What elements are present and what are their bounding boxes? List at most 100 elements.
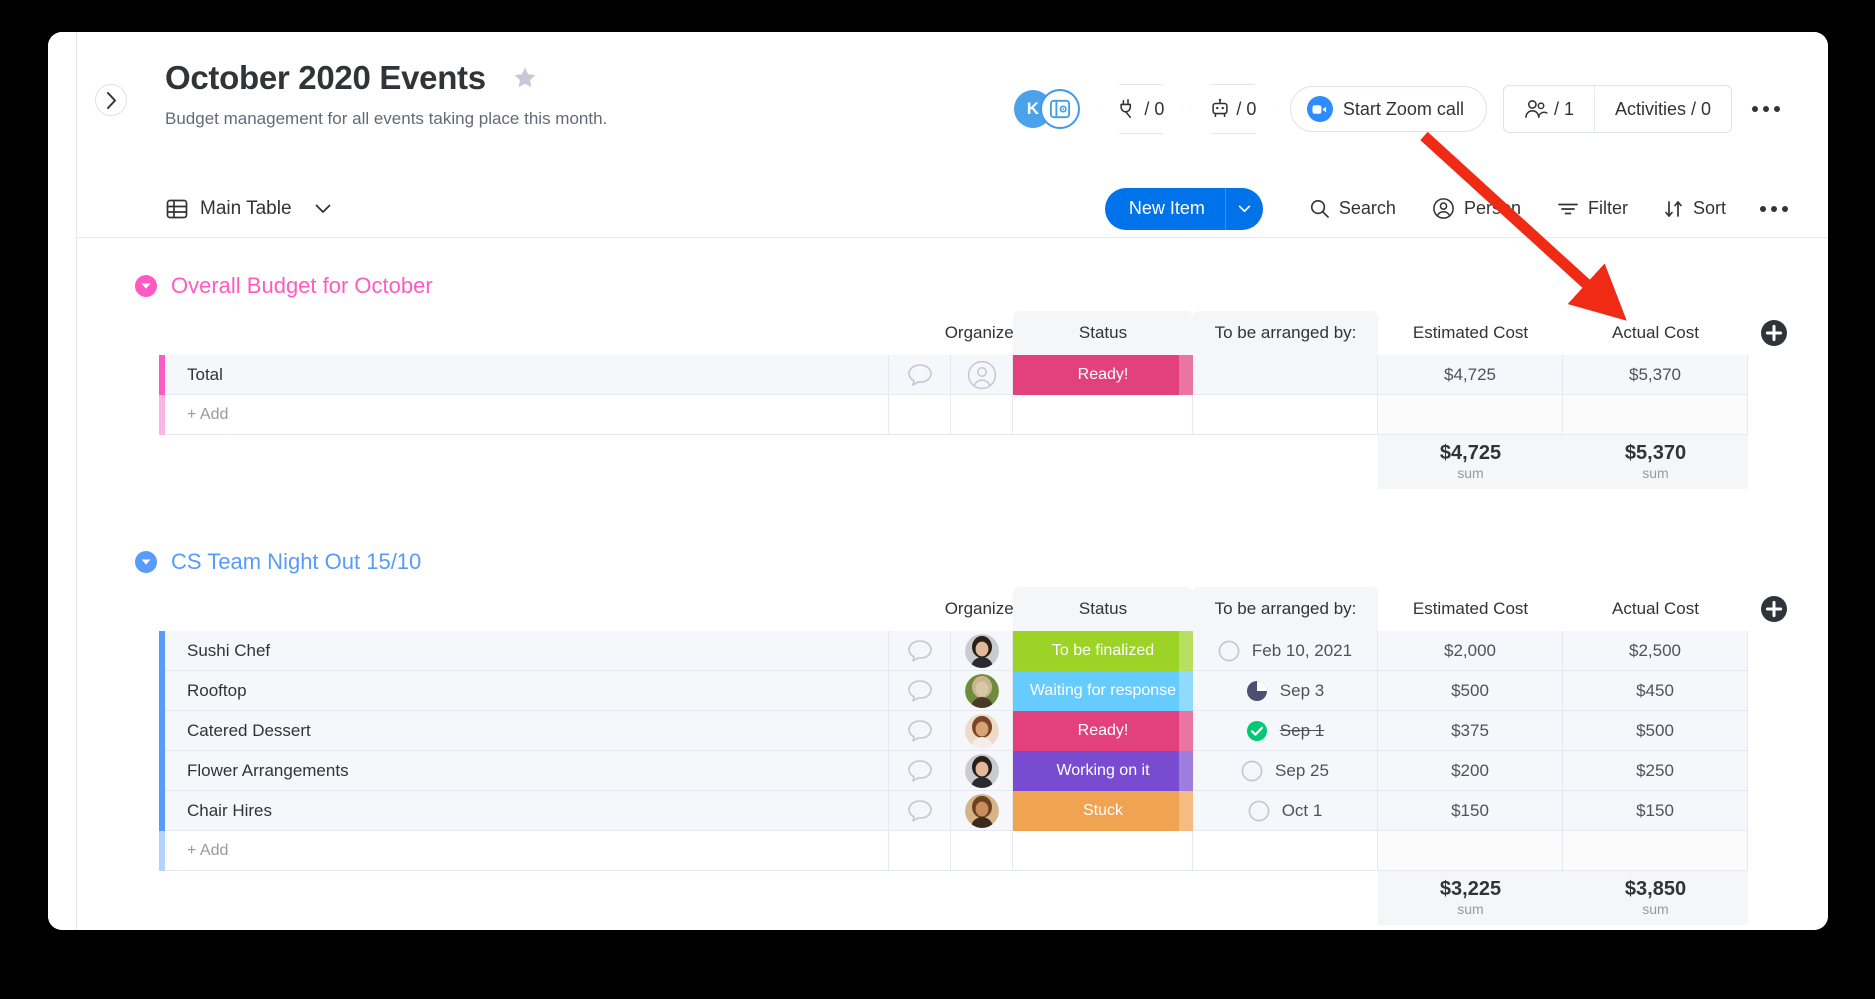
cell-actual-cost[interactable]: $500 — [1563, 711, 1748, 751]
column-header-date[interactable]: To be arranged by: — [1193, 311, 1378, 355]
column-header-status[interactable]: Status — [1013, 587, 1193, 631]
column-header-actual-cost[interactable]: Actual Cost — [1563, 311, 1748, 355]
add-item-label[interactable]: + Add — [165, 395, 889, 435]
cell-organizer[interactable] — [951, 711, 1013, 751]
date-empty-icon[interactable] — [1218, 640, 1240, 662]
status-badge[interactable]: Stuck — [1013, 791, 1193, 831]
cell-organizer[interactable] — [951, 751, 1013, 791]
cell-item-name[interactable]: Flower Arrangements — [165, 751, 889, 791]
column-header-status[interactable]: Status — [1013, 311, 1193, 355]
column-header-organizer[interactable]: Organizer — [945, 311, 1020, 355]
cell-status[interactable]: Waiting for response — [1013, 671, 1193, 711]
add-item-row[interactable]: + Add — [77, 831, 1828, 871]
cell-estimated-cost[interactable]: $150 — [1378, 791, 1563, 831]
filter-button[interactable]: Filter — [1539, 188, 1646, 230]
search-button[interactable]: Search — [1291, 188, 1414, 230]
column-header-organizer[interactable]: Organizer — [945, 587, 1020, 631]
chat-icon[interactable] — [907, 759, 933, 783]
board-view-icon[interactable] — [1039, 89, 1080, 129]
status-badge[interactable]: Ready! — [1013, 711, 1193, 751]
table-row[interactable]: Rooftop Waiting for response Sep 3 $500 $450 — [77, 671, 1828, 711]
table-row[interactable]: Sushi Chef To be finalized Feb 10, 2021 $2,… — [77, 631, 1828, 671]
table-row[interactable]: Chair Hires Stuck Oct 1 $150 $150 — [77, 791, 1828, 831]
group-collapse-button[interactable] — [135, 551, 157, 573]
cell-organizer[interactable] — [951, 355, 1013, 395]
column-header-estimated-cost[interactable]: Estimated Cost — [1378, 311, 1563, 355]
new-item-dropdown[interactable] — [1224, 187, 1263, 230]
chevron-down-icon[interactable] — [315, 204, 331, 214]
activities-button[interactable]: Activities / 0 — [1593, 86, 1731, 132]
summary-estimated-cost[interactable]: $4,725 sum — [1378, 435, 1563, 489]
new-item-button[interactable]: New Item — [1104, 187, 1263, 230]
table-row[interactable]: Catered Dessert Ready! Sep 1 $375 $500 — [77, 711, 1828, 751]
status-badge[interactable]: Ready! — [1013, 355, 1193, 395]
cell-estimated-cost[interactable]: $500 — [1378, 671, 1563, 711]
cell-item-name[interactable]: Rooftop — [165, 671, 889, 711]
column-header-estimated-cost[interactable]: Estimated Cost — [1378, 587, 1563, 631]
board-members[interactable]: K — [1013, 89, 1080, 129]
cell-item-name[interactable]: Catered Dessert — [165, 711, 889, 751]
cell-estimated-cost[interactable]: $200 — [1378, 751, 1563, 791]
cell-organizer[interactable] — [951, 631, 1013, 671]
add-column-button[interactable] — [1748, 311, 1828, 355]
chat-icon[interactable] — [907, 639, 933, 663]
cell-actual-cost[interactable]: $450 — [1563, 671, 1748, 711]
status-badge[interactable]: Working on it — [1013, 751, 1193, 791]
cell-updates[interactable] — [889, 751, 951, 791]
cell-date[interactable]: Sep 25 — [1193, 751, 1378, 791]
cell-updates[interactable] — [889, 711, 951, 751]
chat-icon[interactable] — [907, 679, 933, 703]
table-row[interactable]: Flower Arrangements Working on it Sep 25 $2… — [77, 751, 1828, 791]
cell-updates[interactable] — [889, 355, 951, 395]
column-header-date[interactable]: To be arranged by: — [1193, 587, 1378, 631]
cell-status[interactable]: Ready! — [1013, 711, 1193, 751]
cell-status[interactable]: Ready! — [1013, 355, 1193, 395]
chat-icon[interactable] — [907, 799, 933, 823]
date-partial-icon[interactable] — [1246, 680, 1268, 702]
sidebar-expand-button[interactable] — [95, 84, 127, 116]
summary-actual-cost[interactable]: $5,370 sum — [1563, 435, 1748, 489]
person-filter-button[interactable]: Person — [1414, 188, 1539, 230]
start-zoom-call-button[interactable]: Start Zoom call — [1289, 86, 1487, 132]
cell-status[interactable]: Working on it — [1013, 751, 1193, 791]
board-options-button[interactable] — [1732, 106, 1790, 112]
cell-item-name[interactable]: Chair Hires — [165, 791, 889, 831]
date-empty-icon[interactable] — [1248, 800, 1270, 822]
toolbar-more-button[interactable] — [1744, 205, 1790, 212]
cell-updates[interactable] — [889, 631, 951, 671]
cell-estimated-cost[interactable]: $4,725 — [1378, 355, 1563, 395]
cell-organizer[interactable] — [951, 791, 1013, 831]
table-row[interactable]: Total Ready! $4,725 $5,370 — [77, 355, 1828, 395]
cell-status[interactable]: Stuck — [1013, 791, 1193, 831]
cell-date[interactable]: Sep 3 — [1193, 671, 1378, 711]
status-badge[interactable]: To be finalized — [1013, 631, 1193, 671]
tab-main-table[interactable]: Main Table — [165, 197, 331, 221]
column-header-name[interactable] — [165, 311, 889, 355]
summary-actual-cost[interactable]: $3,850 sum — [1563, 871, 1748, 925]
date-done-icon[interactable] — [1246, 720, 1268, 742]
group-name[interactable]: CS Team Night Out 15/10 — [171, 549, 421, 575]
cell-actual-cost[interactable]: $150 — [1563, 791, 1748, 831]
chat-icon[interactable] — [907, 719, 933, 743]
group-name[interactable]: Overall Budget for October — [171, 273, 433, 299]
integrations-button[interactable]: / 0 — [1098, 84, 1184, 134]
cell-updates[interactable] — [889, 671, 951, 711]
cell-actual-cost[interactable]: $250 — [1563, 751, 1748, 791]
automations-button[interactable]: / 0 — [1190, 84, 1276, 134]
cell-updates[interactable] — [889, 791, 951, 831]
person-placeholder-icon[interactable] — [967, 360, 997, 390]
group-collapse-icon[interactable] — [135, 275, 157, 297]
cell-actual-cost[interactable]: $2,500 — [1563, 631, 1748, 671]
cell-date[interactable]: Sep 1 — [1193, 711, 1378, 751]
column-header-name[interactable] — [165, 587, 889, 631]
add-item-label[interactable]: + Add — [165, 831, 889, 871]
people-count-button[interactable]: / 1 — [1504, 86, 1594, 132]
group-collapse-icon[interactable] — [135, 551, 157, 573]
add-column-icon[interactable] — [1760, 595, 1788, 623]
add-column-icon[interactable] — [1760, 319, 1788, 347]
cell-organizer[interactable] — [951, 671, 1013, 711]
add-column-button[interactable] — [1748, 587, 1828, 631]
cell-date[interactable]: Oct 1 — [1193, 791, 1378, 831]
cell-date[interactable] — [1193, 355, 1378, 395]
cell-estimated-cost[interactable]: $2,000 — [1378, 631, 1563, 671]
